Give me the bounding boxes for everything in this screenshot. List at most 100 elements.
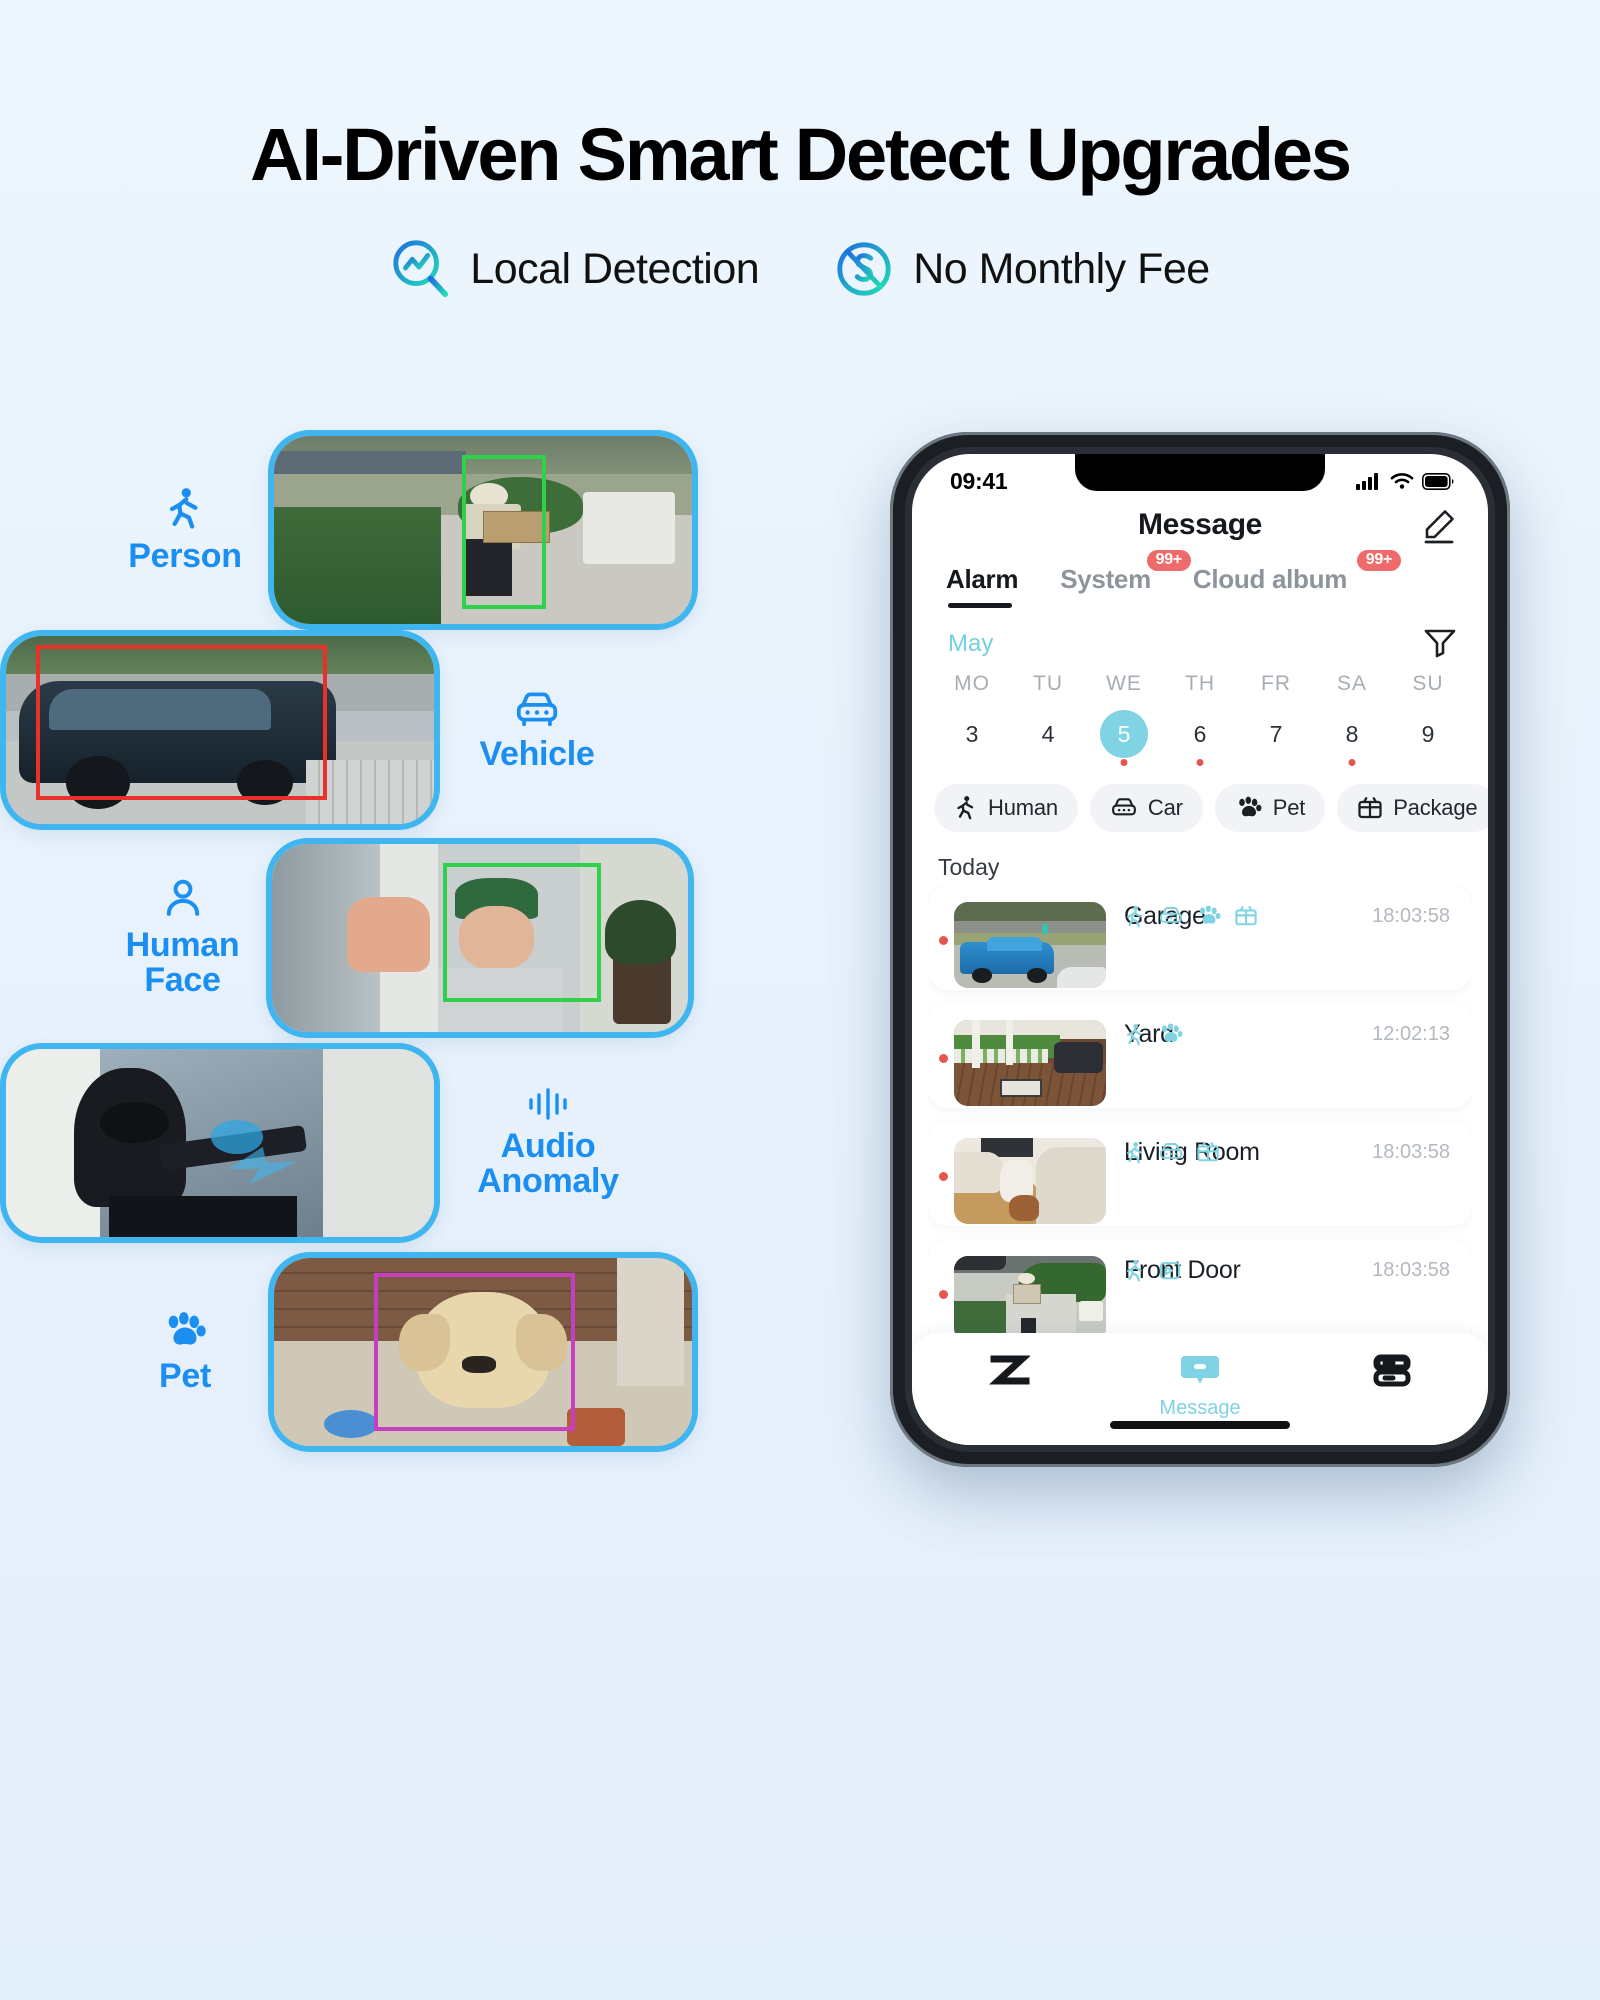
phone-mockup: 09:41 Message Alarm System 99+ Cloud alb… [890, 432, 1510, 1467]
status-bar: 09:41 [912, 454, 1488, 502]
weekday: MO [954, 672, 990, 695]
message-time: 12:02:13 [1372, 1023, 1450, 1045]
chip-pet[interactable]: Pet [1214, 784, 1326, 832]
unread-dot [939, 1290, 948, 1299]
car-front-icon [516, 692, 558, 726]
cellular-bars-icon [1356, 473, 1378, 490]
calendar-day-9[interactable]: 9 [1390, 706, 1466, 762]
feature-audio-anomaly: Audio Anomaly [0, 1043, 638, 1243]
weekday: SU [1412, 672, 1444, 695]
marketing-page: AI-Driven Smart Detect Upgrades Local De… [0, 0, 1600, 2000]
tab-message-label: Message [1159, 1397, 1241, 1419]
tab-device[interactable] [1317, 1351, 1467, 1397]
package-icon [1235, 906, 1257, 926]
feature-pet: Pet [120, 1252, 698, 1452]
walking-person-icon [957, 796, 974, 820]
feature-badge-row: Local Detection No Monthly Fee [0, 238, 1600, 300]
paw-icon [1161, 1023, 1183, 1042]
paw-icon [1199, 905, 1221, 924]
tab-message[interactable]: Message [1125, 1351, 1275, 1420]
feature-person-thumbnail [268, 430, 698, 630]
chat-bubble-icon [1181, 1356, 1219, 1384]
tab-system[interactable]: System 99+ [1060, 550, 1191, 595]
package-icon [1197, 1142, 1219, 1162]
weekday: TH [1185, 672, 1215, 695]
feature-vehicle: Vehicle [0, 630, 612, 830]
feature-pet-label-group: Pet [120, 1311, 250, 1394]
paw-icon [1238, 796, 1262, 817]
car-front-icon [1160, 907, 1182, 923]
section-label-today: Today [938, 854, 1000, 880]
message-tags [1124, 1023, 1184, 1047]
no-dollar-icon [837, 242, 891, 296]
walking-person-icon [169, 487, 198, 529]
detection-box-pet [374, 1273, 575, 1431]
chip-human-label: Human [988, 795, 1058, 820]
badge-local-detection-label: Local Detection [470, 244, 760, 293]
chip-car[interactable]: Car [1089, 784, 1203, 832]
badge-local-detection: Local Detection [390, 238, 760, 300]
app-title: Message [1138, 508, 1262, 541]
funnel-filter-icon[interactable] [1422, 624, 1458, 660]
pencil-edit-icon[interactable] [1418, 506, 1458, 546]
weekday: FR [1261, 672, 1291, 695]
calendar-month[interactable]: May [948, 630, 993, 658]
calendar-day-number: 7 [1269, 720, 1283, 747]
feature-person-label: Person [128, 536, 242, 575]
chip-package[interactable]: Package [1337, 784, 1488, 832]
detection-box-person [462, 454, 546, 609]
chip-human[interactable]: Human [934, 784, 1078, 832]
calendar-day-4[interactable]: 4 [1010, 706, 1086, 762]
tab-cloud-album-badge: 99+ [1356, 550, 1402, 571]
weekday: WE [1106, 672, 1142, 695]
calendar-weekdays: MO TU WE TH FR SA SU [934, 672, 1466, 696]
calendar-day-3[interactable]: 3 [934, 706, 1010, 762]
feature-pet-label: Pet [158, 1356, 211, 1395]
package-icon [1358, 797, 1382, 819]
calendar-day-number: 3 [965, 720, 979, 747]
thumbnail-covered-porch-deck [954, 1020, 1106, 1106]
tab-system-label: System [1060, 564, 1151, 594]
feature-vehicle-label-group: Vehicle [462, 689, 612, 772]
weekday: SA [1336, 672, 1367, 695]
unread-dot [939, 1054, 948, 1063]
calendar-day-8[interactable]: 8 [1314, 706, 1390, 766]
tab-home[interactable] [933, 1351, 1083, 1397]
calendar-day-7[interactable]: 7 [1238, 706, 1314, 762]
calendar-days: 3 4 5 6 7 8 9 [934, 706, 1466, 766]
badge-no-monthly-fee: No Monthly Fee [833, 238, 1210, 300]
device-icon [1373, 1354, 1411, 1387]
feature-pet-thumbnail [268, 1252, 698, 1452]
car-front-icon [1112, 798, 1136, 816]
message-row-yard[interactable]: Yard 12:02:13 [928, 1004, 1472, 1108]
home-indicator [1110, 1421, 1290, 1429]
message-time: 18:03:58 [1372, 1141, 1450, 1163]
message-row-garage[interactable]: Garage 18:03:58 [928, 886, 1472, 990]
message-time: 18:03:58 [1372, 905, 1450, 927]
battery-icon [1422, 472, 1454, 490]
feature-person: Person [120, 430, 698, 630]
tab-system-badge: 99+ [1146, 550, 1191, 571]
message-tabs: Alarm System 99+ Cloud album 99+ [946, 550, 1466, 608]
calendar-day-number: 9 [1421, 720, 1435, 747]
calendar-day-6[interactable]: 6 [1162, 706, 1238, 766]
person-head-icon [166, 880, 199, 917]
message-row-front-door[interactable]: Front Door 18:03:58 [928, 1240, 1472, 1333]
walking-person-icon [1127, 1142, 1142, 1164]
calendar-day-dot [1120, 759, 1128, 766]
paw-icon [168, 1311, 206, 1345]
calendar-day-5-selected[interactable]: 5 [1086, 706, 1162, 766]
detection-box-vehicle [35, 645, 327, 800]
feature-vehicle-thumbnail [0, 630, 440, 830]
message-list[interactable]: Garage 18:03:58 Yard 12:02:13 Living Roo… [928, 886, 1472, 1333]
tab-cloud-album[interactable]: Cloud album 99+ [1193, 550, 1402, 595]
feature-list: Person Vehicle Human Face Audio Anomaly … [0, 430, 760, 1720]
badge-no-monthly-fee-label: No Monthly Fee [913, 244, 1210, 293]
message-row-living-room[interactable]: Living Room 18:03:58 [928, 1122, 1472, 1226]
walking-person-icon [1127, 1260, 1142, 1282]
page-title: AI-Driven Smart Detect Upgrades [250, 113, 1352, 196]
tab-alarm[interactable]: Alarm [946, 564, 1019, 608]
weekday: TU [1033, 672, 1063, 695]
scene-burglar-breaking-window [6, 1049, 434, 1237]
feature-vehicle-label: Vehicle [479, 734, 595, 773]
